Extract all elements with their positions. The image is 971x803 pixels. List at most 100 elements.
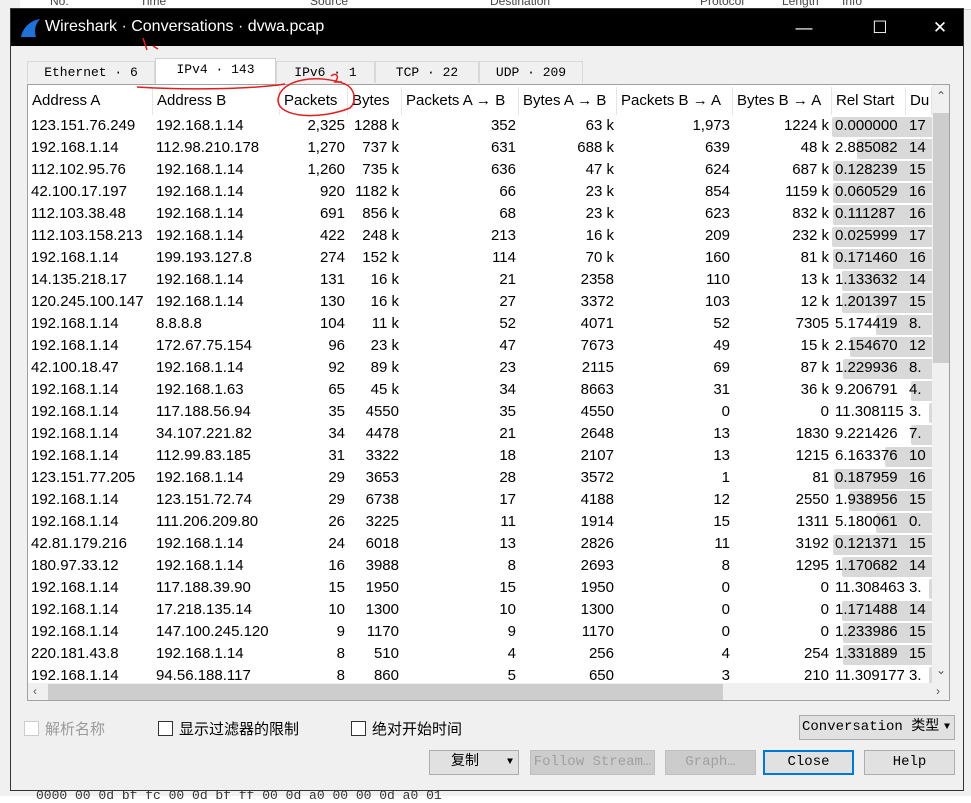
table-row[interactable]: 192.168.1.14 117.188.56.94 35 4550 35 4550 0 0 1… xyxy=(28,401,949,423)
cell-text: 209 xyxy=(704,227,730,244)
cell-text: 1300 xyxy=(580,601,614,618)
table-cell: 23 k xyxy=(348,335,402,357)
table-row[interactable]: 42.81.179.216 192.168.1.14 24 6018 13 2826 11 3… xyxy=(28,533,949,555)
cell-text: 112.99.83.185 xyxy=(156,447,251,464)
column-header[interactable]: Bytes A → B xyxy=(519,87,617,115)
table-cell: 110 xyxy=(617,269,733,291)
table-row[interactable]: 14.135.218.17 192.168.1.14 131 16 k 21 2358 11… xyxy=(28,269,949,291)
table-cell: 4 xyxy=(617,643,733,665)
table-row[interactable]: 192.168.1.14 8.8.8.8 104 11 k 52 4071 52 7305 5.… xyxy=(28,313,949,335)
table-row[interactable]: 123.151.77.205 192.168.1.14 29 3653 28 3572 1 8… xyxy=(28,467,949,489)
table-cell: 160 xyxy=(617,247,733,269)
follow-stream-button[interactable]: Follow Stream… xyxy=(530,750,655,775)
cell-text: 42.81.179.216 xyxy=(31,535,127,552)
table-cell: 856 k xyxy=(348,203,402,225)
horizontal-scrollbar[interactable]: ‹ › xyxy=(28,683,949,700)
column-header[interactable]: Bytes xyxy=(348,87,402,115)
table-row[interactable]: 192.168.1.14 199.193.127.8 274 152 k 114 70 k… xyxy=(28,247,949,269)
table-row[interactable]: 112.102.95.76 192.168.1.14 1,260 735 k 636 47… xyxy=(28,159,949,181)
cell-text: 737 k xyxy=(362,139,399,156)
table-cell: 117.188.39.90 xyxy=(153,577,280,599)
absolute-start-time-checkbox[interactable]: 绝对开始时间 xyxy=(351,719,462,738)
column-header[interactable]: Packets xyxy=(280,87,348,115)
table-row[interactable]: 192.168.1.14 192.168.1.63 65 45 k 34 8663 31 36… xyxy=(28,379,949,401)
tab-ipv4[interactable]: IPv4 · 143 xyxy=(155,58,276,84)
scroll-down-icon[interactable]: ⌄ xyxy=(936,663,946,677)
table-cell: 4071 xyxy=(519,313,617,335)
conversation-type-dropdown[interactable]: Conversation 类型 ▼ xyxy=(799,715,955,740)
cell-text: 0 xyxy=(721,579,730,596)
column-header[interactable]: Packets B → A xyxy=(617,87,733,115)
table-row[interactable]: 192.168.1.14 117.188.39.90 15 1950 15 1950 0 0 1… xyxy=(28,577,949,599)
table-cell: 34.107.221.82 xyxy=(153,423,280,445)
table-row[interactable]: 220.181.43.8 192.168.1.14 8 510 4 256 4 254 1.33… xyxy=(28,643,949,665)
horizontal-scroll-thumb[interactable] xyxy=(48,684,723,700)
table-row[interactable]: 192.168.1.14 34.107.221.82 34 4478 21 2648 13 1… xyxy=(28,423,949,445)
column-header[interactable]: Rel Start xyxy=(832,87,906,115)
column-header[interactable]: Packets A → B xyxy=(402,87,519,115)
table-row[interactable]: 192.168.1.14 17.218.135.14 10 1300 10 1300 0 0 1… xyxy=(28,599,949,621)
dropdown-arrow-icon: ▼ xyxy=(943,722,950,733)
scroll-up-icon[interactable]: ⌃ xyxy=(936,89,946,103)
column-header[interactable]: Du xyxy=(906,87,932,115)
cell-text: 11.309177 xyxy=(835,667,905,684)
table-cell: 42.100.18.47 xyxy=(28,357,153,379)
table-cell: 6018 xyxy=(348,533,402,555)
cell-text: 1215 xyxy=(795,447,829,464)
table-cell: 23 xyxy=(402,357,519,379)
table-cell: 192.168.1.14 xyxy=(153,115,280,137)
table-row[interactable]: 180.97.33.12 192.168.1.14 16 3988 8 2693 8 1295… xyxy=(28,555,949,577)
copy-button[interactable]: 复制 ▼ xyxy=(429,750,519,775)
table-row[interactable]: 192.168.1.14 172.67.75.154 96 23 k 47 7673 49 1… xyxy=(28,335,949,357)
table-cell: 8 xyxy=(280,643,348,665)
scroll-left-icon[interactable]: ‹ xyxy=(33,684,37,698)
tab-tcp[interactable]: TCP · 22 xyxy=(375,61,479,83)
table-cell: 15 xyxy=(617,511,733,533)
table-row[interactable]: 112.103.158.213 192.168.1.14 422 248 k 213 16… xyxy=(28,225,949,247)
table-row[interactable]: 192.168.1.14 123.151.72.74 29 6738 17 4188 12 2… xyxy=(28,489,949,511)
table-cell: 47 k xyxy=(519,159,617,181)
cell-text: 4550 xyxy=(365,403,399,420)
cell-text: 10 xyxy=(328,601,345,618)
table-row[interactable]: 120.245.100.147 192.168.1.14 130 16 k 27 3372… xyxy=(28,291,949,313)
table-row[interactable]: 192.168.1.14 112.98.210.178 1,270 737 k 631 6… xyxy=(28,137,949,159)
help-button[interactable]: Help xyxy=(864,750,955,775)
minimize-button[interactable]: — xyxy=(781,9,827,46)
table-cell: 29 xyxy=(280,467,348,489)
table-row[interactable]: 192.168.1.14 111.206.209.80 26 3225 11 1914 15… xyxy=(28,511,949,533)
tab-ethernet[interactable]: Ethernet · 6 xyxy=(27,61,155,83)
cell-text: 8.8.8.8 xyxy=(156,315,202,332)
graph-button[interactable]: Graph… xyxy=(665,750,756,775)
table-cell: 9 xyxy=(280,621,348,643)
table-row[interactable]: 123.151.76.249 192.168.1.14 2,325 1288 k 352… xyxy=(28,115,949,137)
column-header[interactable]: Bytes B → A xyxy=(733,87,832,115)
cell-text: 0. xyxy=(909,513,922,530)
vertical-scroll-thumb[interactable] xyxy=(933,113,949,363)
tab-udp[interactable]: UDP · 209 xyxy=(479,61,583,83)
name-resolution-checkbox[interactable]: 解析名称 xyxy=(24,719,105,738)
close-button[interactable]: Close xyxy=(763,750,854,775)
column-header[interactable]: Address B xyxy=(153,87,280,115)
maximize-button[interactable]: ☐ xyxy=(857,9,903,46)
table-cell: 1295 xyxy=(733,555,832,577)
cell-text: 5.174419 xyxy=(835,315,898,332)
limit-to-filter-checkbox[interactable]: 显示过滤器的限制 xyxy=(158,719,299,738)
table-cell: 192.168.1.14 xyxy=(153,533,280,555)
cell-text: 16 xyxy=(909,249,926,266)
cell-text: 16 xyxy=(909,205,926,222)
cell-text: 1.170682 xyxy=(835,557,898,574)
table-row[interactable]: 112.103.38.48 192.168.1.14 691 856 k 68 23 k 6… xyxy=(28,203,949,225)
table-row[interactable]: 42.100.18.47 192.168.1.14 92 89 k 23 2115 69 87… xyxy=(28,357,949,379)
column-header[interactable]: Address A xyxy=(28,87,153,115)
scroll-right-icon[interactable]: › xyxy=(936,684,940,698)
table-row[interactable]: 192.168.1.14 112.99.83.185 31 3322 18 2107 13 1… xyxy=(28,445,949,467)
table-row[interactable]: 192.168.1.14 147.100.245.120 9 1170 9 1170 0 0 1… xyxy=(28,621,949,643)
table-cell: 81 xyxy=(733,467,832,489)
table-cell: 192.168.1.14 xyxy=(28,599,153,621)
close-window-button[interactable]: ✕ xyxy=(917,9,963,46)
cell-text: 854 xyxy=(704,183,730,200)
tab-ipv6[interactable]: IPv6 · 1 xyxy=(276,61,375,83)
vertical-scrollbar[interactable]: ⌃ ⌄ xyxy=(932,85,949,683)
table-cell: 112.98.210.178 xyxy=(153,137,280,159)
table-row[interactable]: 42.100.17.197 192.168.1.14 920 1182 k 66 23 k… xyxy=(28,181,949,203)
